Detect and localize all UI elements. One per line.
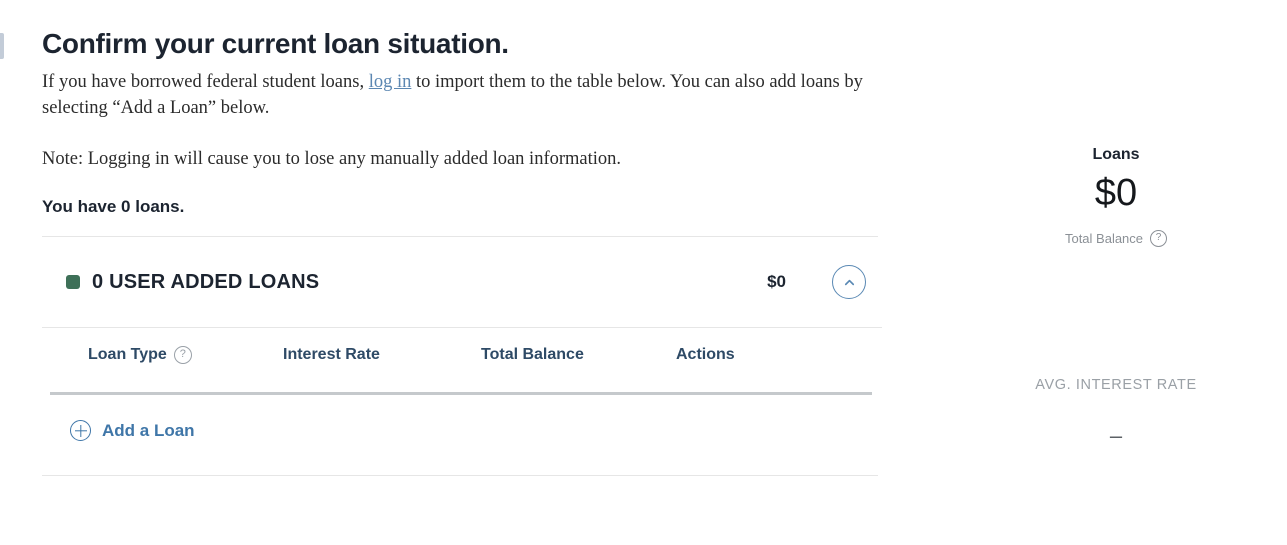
loan-count-text: You have 0 loans. — [42, 197, 185, 217]
loans-table-header-row: Loan Type ? Interest Rate Total Balance … — [42, 346, 878, 392]
summary-avg-interest-rate-value: – — [1109, 423, 1123, 448]
group-color-swatch — [66, 275, 80, 290]
summary-avg-interest-rate-label: AVG. INTEREST RATE — [1035, 377, 1197, 393]
main-content: Confirm your current loan situation. If … — [42, 0, 882, 477]
note-paragraph: Note: Logging in will cause you to lose … — [42, 148, 622, 169]
column-header-loan-type[interactable]: Loan Type ? — [88, 346, 192, 365]
loans-table: Loan Type ? Interest Rate Total Balance … — [42, 328, 878, 442]
group-total-amount: $0 — [767, 272, 786, 292]
summary-title: Loans — [1092, 146, 1140, 163]
column-header-total-balance-label: Total Balance — [481, 346, 584, 364]
divider-below-table — [42, 475, 878, 477]
summary-total-balance-row: Total Balance ? — [996, 212, 1236, 247]
loans-summary-panel: Loans $0 Total Balance ? AVG. INTEREST R… — [996, 0, 1236, 447]
plus-circle-icon — [70, 420, 91, 442]
add-a-loan-button[interactable]: Add a Loan — [42, 395, 195, 442]
summary-total-balance-label: Total Balance — [1064, 231, 1144, 246]
page-title: Confirm your current loan situation. — [42, 28, 509, 59]
help-icon[interactable]: ? — [173, 346, 192, 365]
column-header-actions[interactable]: Actions — [676, 346, 735, 364]
intro-text-before: If you have borrowed federal student loa… — [42, 72, 369, 93]
column-header-actions-label: Actions — [676, 346, 735, 364]
summary-total-value: $0 — [1094, 172, 1138, 214]
help-icon[interactable]: ? — [1150, 230, 1168, 247]
left-edge-indicator — [0, 33, 4, 59]
column-header-interest-rate[interactable]: Interest Rate — [283, 346, 380, 364]
column-header-loan-type-label: Loan Type — [88, 346, 167, 364]
log-in-link[interactable]: log in — [369, 72, 412, 92]
add-a-loan-label: Add a Loan — [102, 420, 195, 440]
user-added-loans-group-row[interactable]: 0 USER ADDED LOANS $0 — [42, 237, 878, 327]
chevron-up-icon[interactable] — [832, 265, 866, 300]
column-header-total-balance[interactable]: Total Balance — [481, 346, 584, 364]
group-label: 0 USER ADDED LOANS — [92, 270, 320, 293]
intro-paragraph: If you have borrowed federal student loa… — [42, 60, 882, 122]
column-header-interest-rate-label: Interest Rate — [283, 346, 380, 364]
